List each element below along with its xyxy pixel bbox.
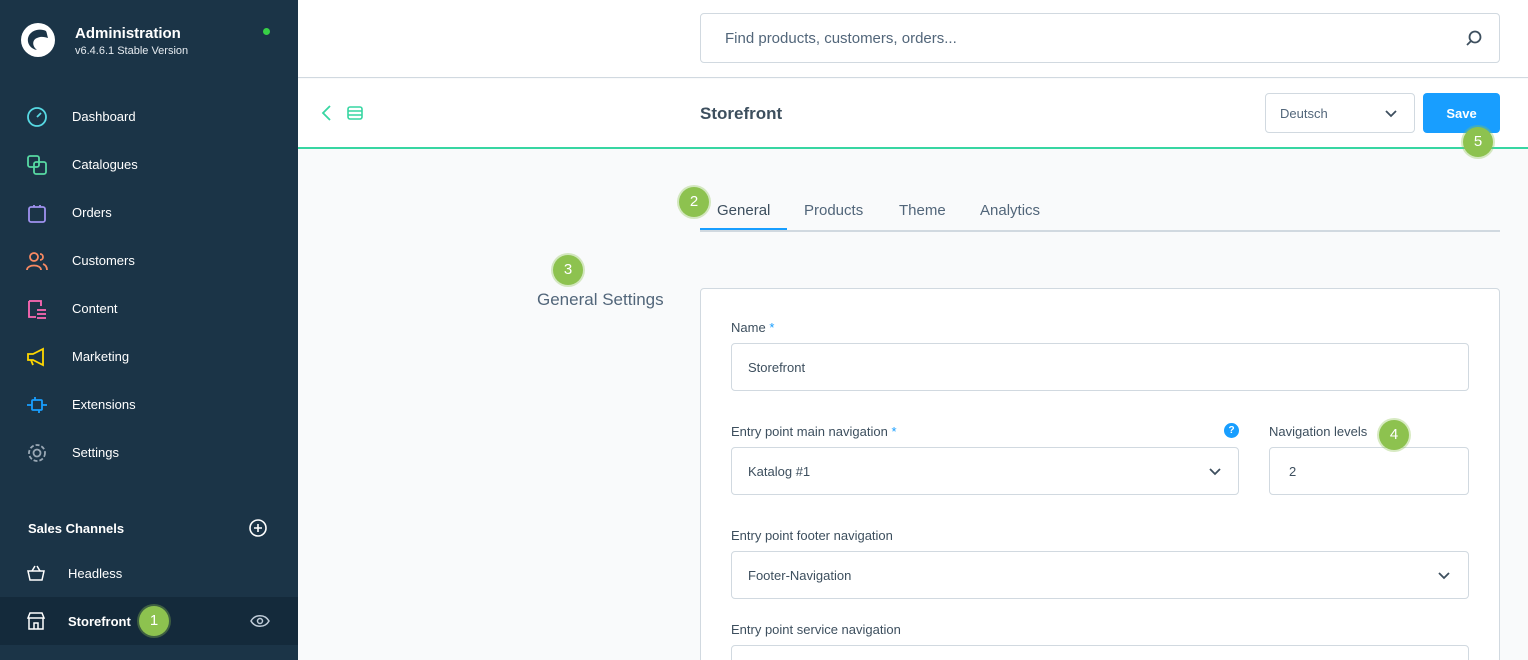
- tab-bar: General Products Theme Analytics: [700, 190, 1500, 232]
- basket-icon: [27, 565, 45, 581]
- required-marker: *: [769, 320, 775, 335]
- name-field-value: Storefront: [748, 360, 806, 375]
- sidebar-item-label: Dashboard: [72, 109, 136, 124]
- general-settings-card: Name * Storefront Entry point main navig…: [700, 288, 1500, 660]
- extensions-plug-icon: [27, 397, 47, 413]
- main-nav-label: Entry point main navigation *: [731, 424, 897, 439]
- sidebar-item-label: Customers: [72, 253, 135, 268]
- tab-theme[interactable]: Theme: [899, 202, 946, 219]
- brand: Administration v6.4.6.1 Stable Version: [0, 0, 298, 80]
- step-badge-3: 3: [553, 255, 583, 285]
- sidebar-item-label: Orders: [72, 205, 112, 220]
- sidebar-item-dashboard[interactable]: Dashboard: [0, 93, 298, 141]
- step-badge-5: 5: [1463, 127, 1493, 157]
- chevron-left-icon[interactable]: [320, 104, 334, 122]
- sidebar-item-catalogues[interactable]: Catalogues: [0, 141, 298, 189]
- list-icon: [347, 106, 363, 120]
- chevron-down-icon: [1385, 110, 1397, 118]
- step-badge-1: 1: [139, 606, 169, 636]
- save-button[interactable]: Save: [1423, 93, 1500, 133]
- help-icon[interactable]: ?: [1224, 423, 1239, 438]
- sidebar-item-customers[interactable]: Customers: [0, 237, 298, 285]
- smart-bar: Storefront Deutsch Save: [298, 79, 1528, 149]
- main-nav-select-value: Katalog #1: [748, 464, 811, 479]
- content-icon: [28, 300, 46, 319]
- step-badge-4: 4: [1379, 420, 1409, 450]
- active-tab-indicator: [700, 228, 787, 230]
- brand-version: v6.4.6.1 Stable Version: [75, 45, 189, 57]
- footer-nav-select-value: Footer-Navigation: [748, 568, 852, 583]
- customers-icon: [26, 252, 48, 271]
- sidebar-item-label: Extensions: [72, 397, 136, 412]
- name-field[interactable]: Storefront: [731, 343, 1469, 391]
- nav-levels-value: 2: [1289, 464, 1297, 479]
- add-sales-channel-icon[interactable]: [248, 518, 268, 538]
- footer-nav-label: Entry point footer navigation: [731, 528, 893, 543]
- sales-channel-headless[interactable]: Headless: [0, 549, 298, 597]
- nav-levels-label: Navigation levels: [1269, 424, 1368, 439]
- required-marker: *: [891, 424, 897, 439]
- megaphone-icon: [27, 347, 44, 367]
- sidebar-item-label: Settings: [72, 445, 119, 460]
- name-label-text: Name: [731, 320, 766, 335]
- sidebar-item-label: Catalogues: [72, 157, 138, 172]
- gear-icon: [28, 444, 46, 462]
- eye-icon[interactable]: [250, 613, 270, 629]
- brand-title: Administration: [75, 25, 181, 42]
- sidebar-item-marketing[interactable]: Marketing: [0, 333, 298, 381]
- sales-channel-label: Headless: [68, 566, 123, 581]
- section-title: General Settings: [537, 290, 664, 309]
- tab-analytics[interactable]: Analytics: [980, 202, 1040, 219]
- step-badge-2: 2: [679, 187, 709, 217]
- sidebar-item-settings[interactable]: Settings: [0, 429, 298, 477]
- chevron-down-icon: [1209, 468, 1221, 476]
- shopware-logo-icon: [21, 23, 55, 57]
- status-dot: [263, 28, 270, 35]
- tab-general[interactable]: General: [717, 202, 770, 219]
- main-nav-label-text: Entry point main navigation: [731, 424, 888, 439]
- sidebar-item-label: Marketing: [72, 349, 130, 364]
- search-bar[interactable]: [700, 13, 1500, 63]
- sidebar-item-orders[interactable]: Orders: [0, 189, 298, 237]
- search-icon[interactable]: [1465, 29, 1483, 47]
- language-select[interactable]: Deutsch: [1265, 93, 1415, 133]
- main-nav-select[interactable]: Katalog #1: [731, 447, 1239, 495]
- sidebar-item-label: Content: [72, 301, 118, 316]
- sidebar: Administration v6.4.6.1 Stable Version D…: [0, 0, 298, 660]
- catalogues-icon: [27, 155, 47, 175]
- orders-bag-icon: [28, 205, 46, 223]
- storefront-icon: [26, 612, 46, 630]
- chevron-down-icon: [1438, 572, 1450, 580]
- service-nav-label: Entry point service navigation: [731, 622, 901, 637]
- tab-products[interactable]: Products: [804, 202, 863, 219]
- dashboard-icon: [27, 107, 47, 127]
- sidebar-item-content[interactable]: Content: [0, 285, 298, 333]
- service-nav-select[interactable]: [731, 645, 1469, 660]
- sales-channels-header: Sales Channels: [28, 521, 125, 536]
- sidebar-item-extensions[interactable]: Extensions: [0, 381, 298, 429]
- sales-channel-label: Storefront: [68, 614, 131, 629]
- language-select-value: Deutsch: [1280, 106, 1328, 121]
- nav-levels-field[interactable]: 2: [1269, 447, 1469, 495]
- search-input[interactable]: [715, 14, 1445, 62]
- footer-nav-select[interactable]: Footer-Navigation: [731, 551, 1469, 599]
- page-title: Storefront: [700, 104, 783, 123]
- name-label: Name *: [731, 320, 774, 335]
- top-bar: [298, 0, 1528, 78]
